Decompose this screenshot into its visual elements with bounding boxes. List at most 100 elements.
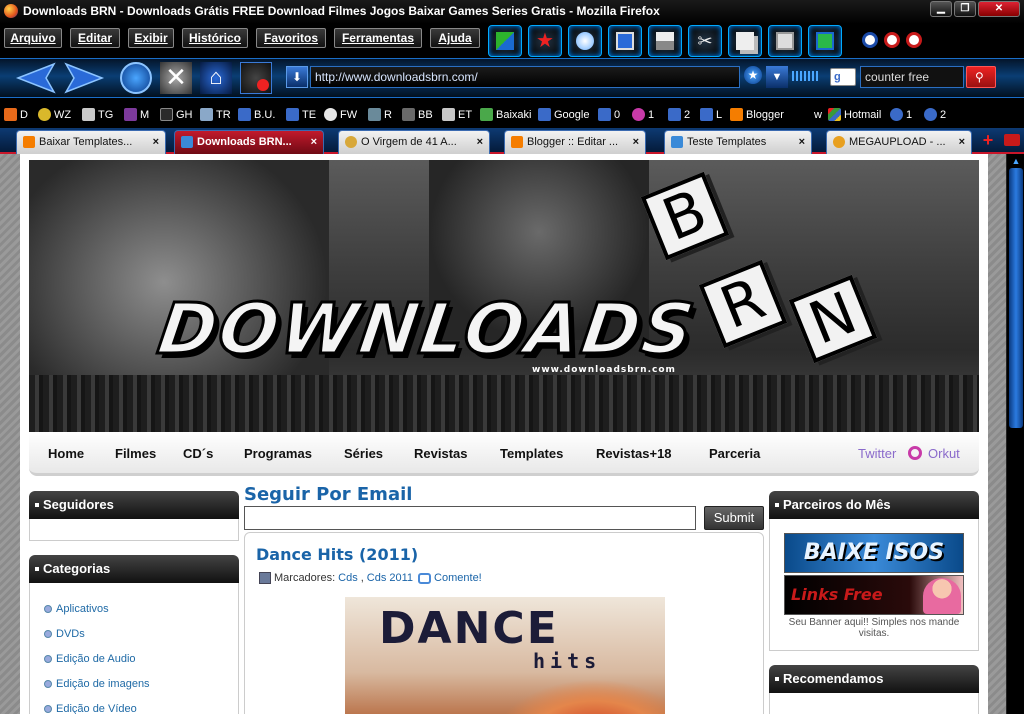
twitter-link[interactable]: Twitter: [858, 446, 896, 461]
close-window-button[interactable]: ✕: [978, 1, 1020, 17]
bookmark-item[interactable]: FW: [324, 108, 357, 121]
small-toolbar-icon[interactable]: [884, 32, 900, 48]
reload-icon[interactable]: [120, 62, 152, 94]
category-link[interactable]: DVDs: [56, 628, 85, 640]
scrollbar-thumb[interactable]: [1009, 168, 1023, 428]
tab-close-icon[interactable]: ×: [799, 131, 805, 153]
toolbar-screen-button[interactable]: [608, 25, 642, 57]
submit-button[interactable]: Submit: [704, 506, 764, 530]
small-toolbar-icon[interactable]: [862, 32, 878, 48]
bookmark-item[interactable]: TE: [286, 108, 316, 121]
menu-ajuda[interactable]: Ajuda: [430, 28, 480, 48]
nav-revistas[interactable]: Revistas: [414, 446, 467, 461]
category-link[interactable]: Edição de Audio: [56, 653, 136, 665]
nav-filmes[interactable]: Filmes: [115, 446, 156, 461]
tab-close-icon[interactable]: ×: [311, 131, 317, 153]
toolbar-favorite-button[interactable]: ★: [528, 25, 562, 57]
tab-close-icon[interactable]: ×: [153, 131, 159, 153]
toolbar-fullscreen-button[interactable]: [808, 25, 842, 57]
bookmark-item[interactable]: L: [700, 108, 722, 121]
bookmark-item[interactable]: 1: [890, 108, 912, 121]
toolbar-clock-button[interactable]: [568, 25, 602, 57]
menu-editar[interactable]: Editar: [70, 28, 120, 48]
new-tab-plus-icon[interactable]: +: [980, 131, 996, 149]
forward-arrow-icon[interactable]: [62, 62, 106, 94]
back-arrow-icon[interactable]: [14, 62, 58, 94]
label-link[interactable]: Cds 2011: [367, 572, 413, 584]
bookmark-item[interactable]: Blogger: [730, 108, 784, 121]
bookmark-item[interactable]: R: [368, 108, 392, 121]
tab-close-icon[interactable]: ×: [633, 131, 639, 153]
bookmark-item[interactable]: D: [4, 108, 28, 121]
bookmark-item[interactable]: 2: [924, 108, 946, 121]
bookmark-item[interactable]: 2: [668, 108, 690, 121]
bookmark-item[interactable]: TG: [82, 108, 113, 121]
search-input[interactable]: counter free: [860, 66, 964, 88]
scroll-up-icon[interactable]: ▲: [1009, 156, 1023, 168]
nav-cds[interactable]: CD´s: [183, 446, 213, 461]
menu-ferramentas[interactable]: Ferramentas: [334, 28, 422, 48]
bookmark-item[interactable]: BB: [402, 108, 433, 121]
url-dropdown-icon[interactable]: ▼: [766, 66, 788, 88]
bookmark-item[interactable]: Google: [538, 108, 589, 121]
tab-close-icon[interactable]: ×: [477, 131, 483, 153]
site-identity-icon[interactable]: ⬇: [286, 66, 308, 88]
bookmark-item[interactable]: 1: [632, 108, 654, 121]
tab-downloads-brn[interactable]: Downloads BRN... ×: [174, 130, 324, 154]
nav-programas[interactable]: Programas: [244, 446, 312, 461]
home-icon[interactable]: ⌂: [200, 62, 232, 94]
email-field[interactable]: [244, 506, 696, 530]
category-link[interactable]: Edição de Vídeo: [56, 703, 137, 714]
bookmark-item[interactable]: ET: [442, 108, 472, 121]
bookmark-item[interactable]: Hotmail: [828, 108, 881, 121]
go-icon[interactable]: [792, 71, 818, 81]
nav-revistas-18[interactable]: Revistas+18: [596, 446, 672, 461]
orkut-link[interactable]: Orkut: [928, 446, 960, 461]
bookmark-add-icon[interactable]: [240, 62, 272, 94]
post-title[interactable]: Dance Hits (2011): [256, 545, 418, 564]
maximize-button[interactable]: ❐: [954, 1, 976, 17]
toolbar-cut-button[interactable]: ✂: [688, 25, 722, 57]
search-engine-icon[interactable]: g: [830, 68, 856, 86]
label-link[interactable]: Cds: [338, 572, 358, 584]
category-link[interactable]: Edição de imagens: [56, 678, 150, 690]
minimize-button[interactable]: ▁: [930, 1, 952, 17]
bookmark-item[interactable]: 0: [598, 108, 620, 121]
toolbar-arrows-button[interactable]: [488, 25, 522, 57]
bookmark-item[interactable]: WZ: [38, 108, 71, 121]
bookmark-item[interactable]: w: [798, 108, 822, 121]
bookmark-item[interactable]: TR: [200, 108, 231, 121]
tab-baixar-templates[interactable]: Baixar Templates... ×: [16, 130, 166, 154]
vertical-scrollbar[interactable]: ▲: [1006, 154, 1024, 714]
bookmark-item[interactable]: B.U.: [238, 108, 275, 121]
search-button[interactable]: ⚲: [966, 66, 996, 88]
toolbar-paste-button[interactable]: [768, 25, 802, 57]
tab-teste-templates[interactable]: Teste Templates ×: [664, 130, 812, 154]
site-logo[interactable]: DOWNLOADS: [152, 287, 702, 372]
menu-favoritos[interactable]: Favoritos: [256, 28, 326, 48]
baixe-isos-banner[interactable]: BAIXE ISOS: [784, 533, 964, 573]
bookmark-item[interactable]: Baixaki: [480, 108, 531, 121]
toolbar-copy-button[interactable]: [728, 25, 762, 57]
links-free-banner[interactable]: Links Free: [784, 575, 964, 615]
url-input[interactable]: http://www.downloadsbrn.com/: [310, 66, 740, 88]
menu-historico[interactable]: Histórico: [182, 28, 248, 48]
stop-icon[interactable]: ✕: [160, 62, 192, 94]
toolbar-print-button[interactable]: [648, 25, 682, 57]
tab-o-virgem[interactable]: O Virgem de 41 A... ×: [338, 130, 490, 154]
small-toolbar-icon[interactable]: [906, 32, 922, 48]
tab-blogger-editar[interactable]: Blogger :: Editar ... ×: [504, 130, 646, 154]
tab-close-icon[interactable]: ×: [959, 131, 965, 153]
category-link[interactable]: Aplicativos: [56, 603, 109, 615]
nav-templates[interactable]: Templates: [500, 446, 563, 461]
tab-megaupload[interactable]: MEGAUPLOAD - ... ×: [826, 130, 972, 154]
menu-arquivo[interactable]: Arquivo: [4, 28, 62, 48]
tab-list-icon[interactable]: [1004, 134, 1020, 146]
nav-parceria[interactable]: Parceria: [709, 446, 760, 461]
nav-series[interactable]: Séries: [344, 446, 383, 461]
bookmark-item[interactable]: GH: [160, 108, 193, 121]
bookmark-item[interactable]: M: [124, 108, 149, 121]
comment-link[interactable]: Comente!: [434, 572, 482, 584]
menu-exibir[interactable]: Exibir: [128, 28, 174, 48]
bookmark-star-icon[interactable]: ★: [744, 66, 762, 84]
